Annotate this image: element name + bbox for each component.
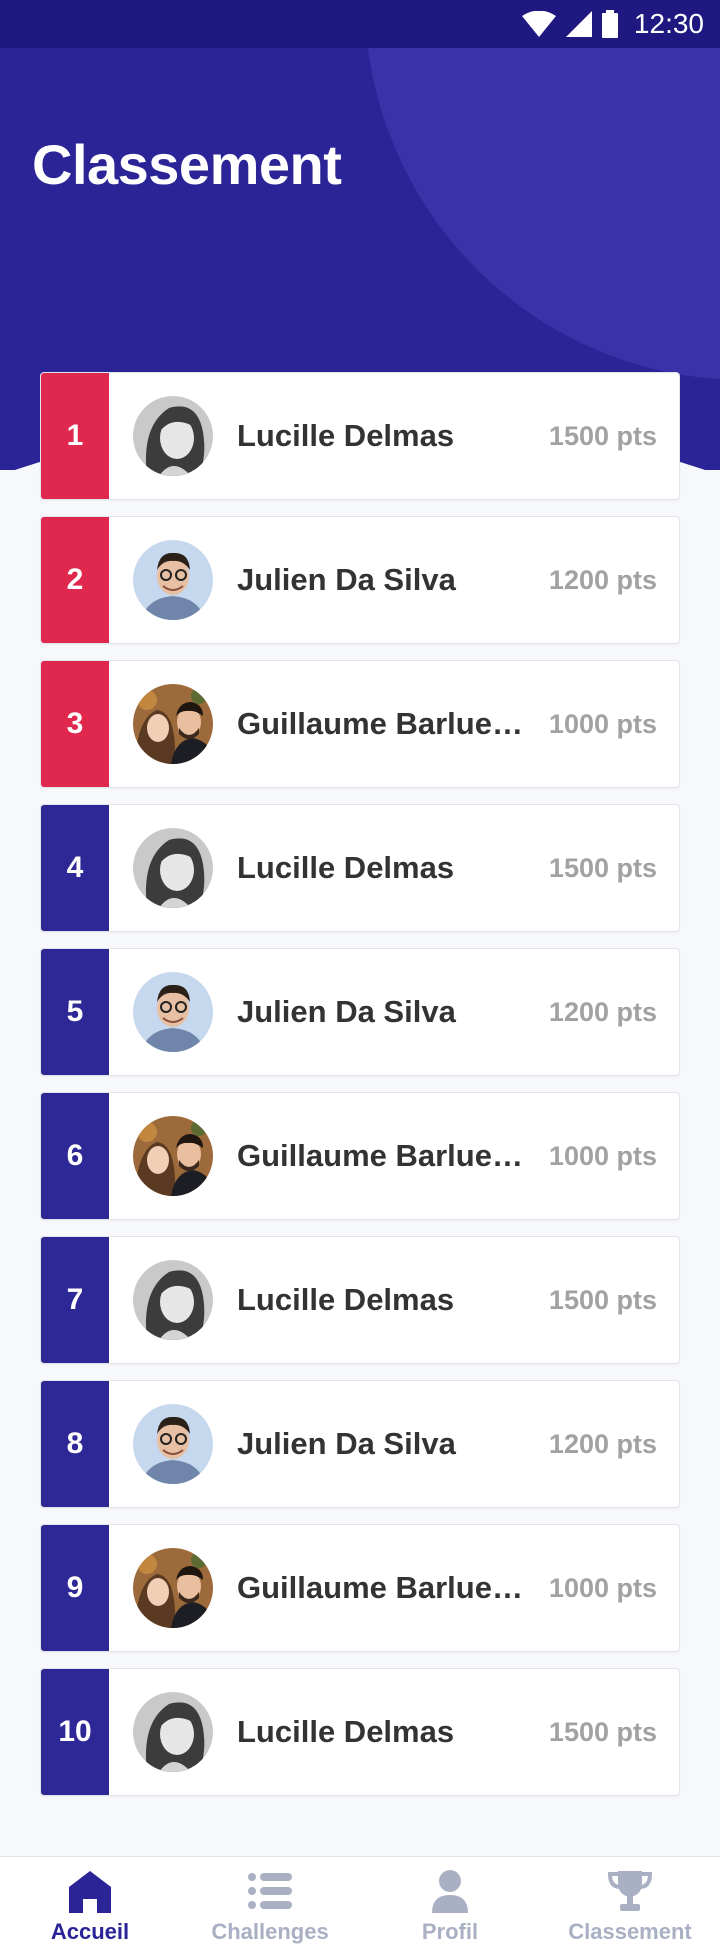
battery-icon bbox=[601, 10, 618, 38]
nav-item-accueil[interactable]: Accueil bbox=[0, 1857, 180, 1952]
rank-badge: 5 bbox=[41, 949, 109, 1075]
leaderboard-row[interactable]: 3 Guillaume Barluet … 1000 pts bbox=[40, 660, 680, 788]
avatar bbox=[133, 1116, 213, 1196]
header-decoration bbox=[365, 0, 720, 380]
player-name: Guillaume Barluet … bbox=[237, 1570, 533, 1605]
rank-badge: 7 bbox=[41, 1237, 109, 1363]
rank-badge: 4 bbox=[41, 805, 109, 931]
nav-item-classement[interactable]: Classement bbox=[540, 1857, 720, 1952]
rank-badge: 1 bbox=[41, 373, 109, 499]
rank-badge: 9 bbox=[41, 1525, 109, 1651]
avatar bbox=[133, 828, 213, 908]
player-name: Lucille Delmas bbox=[237, 418, 455, 453]
nav-label: Challenges bbox=[211, 1919, 329, 1944]
player-points: 1000 pts bbox=[548, 708, 657, 739]
trophy-icon bbox=[607, 1869, 653, 1919]
leaderboard-list: 1 Lucille Delmas 1500 pts 2 Julien Da Silv… bbox=[40, 372, 680, 1812]
player-points: 1200 pts bbox=[548, 996, 657, 1027]
avatar bbox=[133, 1404, 213, 1484]
player-points: 1000 pts bbox=[548, 1572, 657, 1603]
user-icon bbox=[427, 1869, 473, 1919]
avatar bbox=[133, 972, 213, 1052]
player-name: Julien Da Silva bbox=[237, 1426, 456, 1461]
player-points: 1200 pts bbox=[548, 1428, 657, 1459]
leaderboard-row[interactable]: 8 Julien Da Silva 1200 pts bbox=[40, 1380, 680, 1508]
avatar bbox=[133, 540, 213, 620]
leaderboard-row[interactable]: 4 Lucille Delmas 1500 pts bbox=[40, 804, 680, 932]
avatar bbox=[133, 396, 213, 476]
player-points: 1200 pts bbox=[548, 564, 657, 595]
player-name: Guillaume Barluet … bbox=[237, 706, 533, 741]
rank-badge: 10 bbox=[41, 1669, 109, 1795]
avatar bbox=[133, 1548, 213, 1628]
rank-badge: 6 bbox=[41, 1093, 109, 1219]
rank-badge: 3 bbox=[41, 661, 109, 787]
rank-badge: 2 bbox=[41, 517, 109, 643]
leaderboard-row[interactable]: 2 Julien Da Silva 1200 pts bbox=[40, 516, 680, 644]
nav-label: Profil bbox=[421, 1919, 479, 1944]
player-name: Lucille Delmas bbox=[237, 1282, 455, 1317]
player-points: 1500 pts bbox=[548, 420, 657, 451]
avatar bbox=[133, 1692, 213, 1772]
nav-item-profil[interactable]: Profil bbox=[360, 1857, 540, 1952]
leaderboard-row[interactable]: 10 Lucille Delmas 1500 pts bbox=[40, 1668, 680, 1796]
leaderboard-row[interactable]: 6 Guillaume Barluet … 1000 pts bbox=[40, 1092, 680, 1220]
page-title: Classement bbox=[32, 133, 342, 196]
wifi-icon bbox=[521, 11, 556, 37]
nav-item-challenges[interactable]: Challenges bbox=[180, 1857, 360, 1952]
player-name: Julien Da Silva bbox=[237, 994, 456, 1029]
avatar bbox=[133, 1260, 213, 1340]
status-time: 12:30 bbox=[633, 8, 704, 39]
player-points: 1500 pts bbox=[548, 852, 657, 883]
leaderboard-row[interactable]: 1 Lucille Delmas 1500 pts bbox=[40, 372, 680, 500]
leaderboard-row[interactable]: 9 Guillaume Barluet … 1000 pts bbox=[40, 1524, 680, 1652]
player-points: 1500 pts bbox=[548, 1716, 657, 1747]
player-name: Lucille Delmas bbox=[237, 850, 455, 885]
home-icon bbox=[67, 1869, 113, 1919]
status-bar: 12:30 bbox=[0, 0, 720, 48]
player-name: Guillaume Barluet … bbox=[237, 1138, 533, 1173]
avatar bbox=[133, 684, 213, 764]
player-points: 1000 pts bbox=[548, 1140, 657, 1171]
nav-label: Accueil bbox=[50, 1919, 130, 1944]
leaderboard-row[interactable]: 5 Julien Da Silva 1200 pts bbox=[40, 948, 680, 1076]
nav-label: Classement bbox=[568, 1919, 692, 1944]
player-points: 1500 pts bbox=[548, 1284, 657, 1315]
player-name: Julien Da Silva bbox=[237, 562, 456, 597]
leaderboard-row[interactable]: 7 Lucille Delmas 1500 pts bbox=[40, 1236, 680, 1364]
player-name: Lucille Delmas bbox=[237, 1714, 455, 1749]
bottom-nav: Accueil Challenges Profil Classement bbox=[0, 1856, 720, 1952]
list-icon bbox=[247, 1869, 293, 1919]
rank-badge: 8 bbox=[41, 1381, 109, 1507]
signal-icon bbox=[565, 11, 592, 37]
